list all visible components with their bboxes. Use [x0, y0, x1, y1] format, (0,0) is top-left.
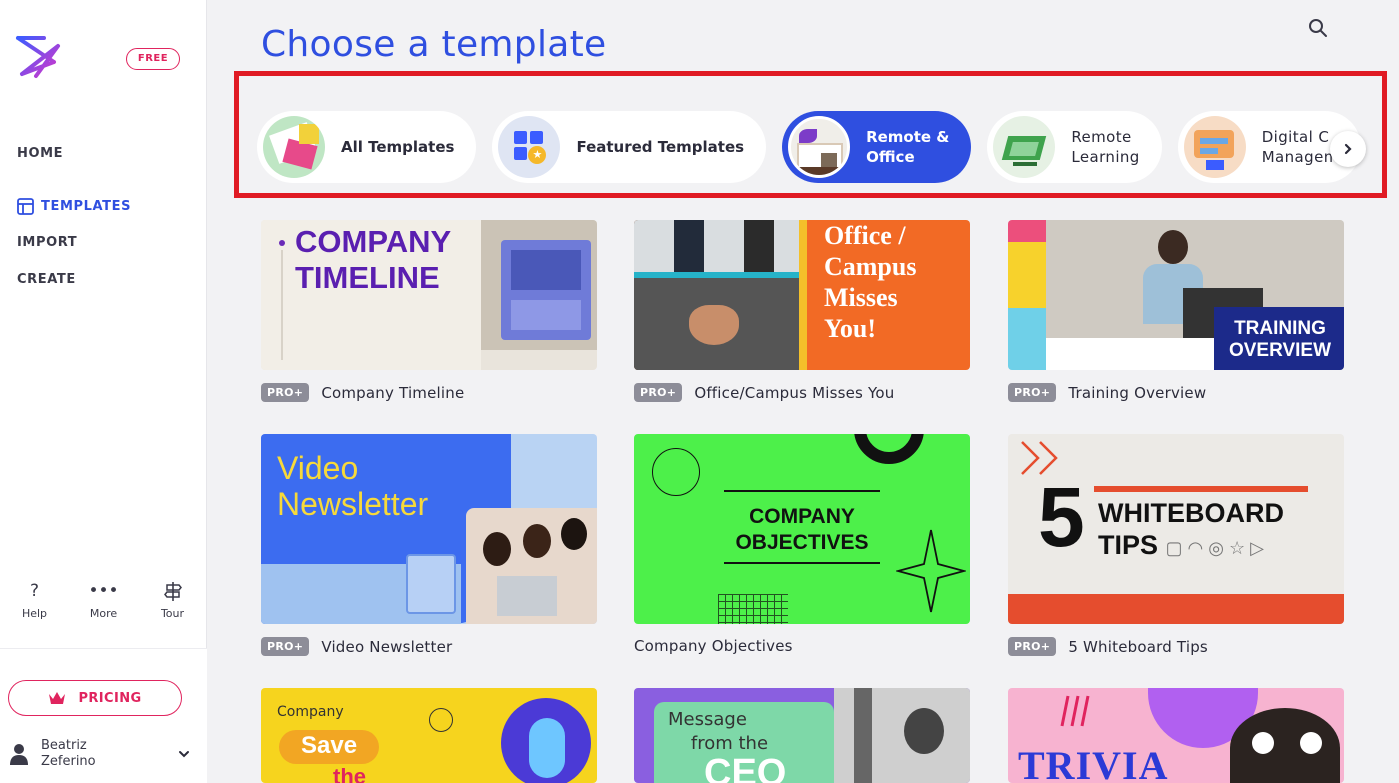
user-first-name: Beatriz: [41, 738, 87, 753]
chevron-right-icon: [1344, 143, 1352, 155]
page-title: Choose a template: [261, 24, 607, 65]
main-content: Choose a template COMPANY TIMELINE PRO+ C…: [207, 0, 1399, 783]
template-card-company-timeline[interactable]: COMPANY TIMELINE PRO+ Company Timeline: [261, 220, 597, 402]
sidebar: FREE HOME TEMPLATES IMPORT CREATE ? Help…: [0, 0, 207, 783]
template-card-save-the-date[interactable]: Company Save the: [261, 688, 597, 783]
category-label: Featured Templates: [576, 137, 744, 157]
user-icon: [10, 744, 28, 765]
category-label-line1: Remote &: [866, 128, 950, 146]
template-thumbnail: Office / Campus Misses You!: [634, 220, 970, 370]
pro-badge: PRO+: [261, 637, 310, 656]
pro-badge: PRO+: [1008, 637, 1057, 656]
tour-button[interactable]: Tour: [138, 580, 207, 620]
template-thumbnail: COMPANY OBJECTIVES: [634, 434, 970, 624]
template-thumbnail: Video Newsletter: [261, 434, 597, 624]
template-thumbnail: Company Save the: [261, 688, 597, 783]
more-button[interactable]: ••• More: [69, 580, 138, 620]
pricing-label: PRICING: [78, 690, 142, 706]
template-card-training-overview[interactable]: TRAINING OVERVIEW PRO+ Training Overview: [1008, 220, 1344, 402]
category-remote-learning[interactable]: Remote Learning: [987, 111, 1162, 183]
category-label-line2: Managem: [1261, 148, 1339, 166]
pro-badge: PRO+: [634, 383, 683, 402]
nav-create[interactable]: CREATE: [17, 272, 76, 287]
template-card-office-campus[interactable]: Office / Campus Misses You! PRO+ Office/Cam…: [634, 220, 970, 402]
help-button[interactable]: ? Help: [0, 580, 69, 620]
help-label: Help: [21, 607, 48, 620]
template-card-whiteboard-tips[interactable]: 5 WHITEBOARD TIPS ▢ ◠ ◎ ☆ ▷ PRO+ 5 White…: [1008, 434, 1344, 656]
user-last-name: Zeferino: [41, 754, 96, 769]
nav-home[interactable]: HOME: [17, 146, 63, 161]
category-label-line1: Featured Templates: [576, 138, 745, 156]
pro-badge: PRO+: [1008, 383, 1057, 402]
template-card-video-newsletter[interactable]: Video Newsletter PRO+ Video Newsletter: [261, 434, 597, 656]
category-label-line1: Remote: [1071, 128, 1132, 146]
category-thumb: ★: [498, 116, 561, 178]
category-scroll-next-button[interactable]: [1330, 131, 1366, 167]
pricing-button[interactable]: PRICING: [8, 680, 182, 716]
user-name: Beatriz Zeferino: [41, 738, 178, 770]
template-title: Training Overview: [1068, 383, 1207, 402]
question-icon: ?: [29, 581, 40, 601]
template-title: Company Timeline: [321, 383, 465, 402]
nav-templates[interactable]: TEMPLATES: [17, 198, 131, 215]
template-thumbnail: TRAINING OVERVIEW: [1008, 220, 1344, 370]
user-menu[interactable]: Beatriz Zeferino: [10, 736, 190, 772]
category-label-line1: Digital C: [1261, 128, 1330, 146]
template-thumbnail: 5 WHITEBOARD TIPS ▢ ◠ ◎ ☆ ▷: [1008, 434, 1344, 624]
category-label-line1: All Templates: [341, 138, 455, 156]
template-card-message-from-ceo[interactable]: Message from the CEO: [634, 688, 970, 783]
crown-icon: [49, 692, 66, 704]
category-thumb: [1183, 116, 1246, 178]
category-label-line2: Office: [866, 148, 915, 166]
templates-icon: [17, 198, 34, 215]
more-label: More: [89, 607, 118, 620]
tour-label: Tour: [160, 607, 185, 620]
category-all-templates[interactable]: All Templates: [257, 111, 477, 183]
category-thumb: [788, 116, 851, 178]
ellipsis-icon: •••: [88, 581, 119, 601]
category-label: Remote Learning: [1071, 127, 1139, 167]
category-label-line2: Learning: [1071, 148, 1140, 166]
signpost-icon: [163, 582, 182, 601]
category-thumb: [993, 116, 1056, 178]
template-title: 5 Whiteboard Tips: [1068, 637, 1208, 656]
template-card-trivia[interactable]: TRIVIA: [1008, 688, 1344, 783]
template-title: Company Objectives: [634, 637, 793, 655]
category-label: All Templates: [341, 137, 454, 157]
app-logo-icon[interactable]: [14, 32, 66, 80]
chevron-down-icon[interactable]: [178, 748, 190, 760]
category-label: Digital C Managem: [1262, 127, 1339, 167]
category-label: Remote & Office: [866, 127, 949, 167]
helper-bar: ? Help ••• More Tour: [0, 580, 207, 620]
category-remote-office[interactable]: Remote & Office: [782, 111, 972, 183]
category-strip: All Templates ★ Featured Templates Remot…: [257, 111, 1375, 187]
nav-templates-label: TEMPLATES: [41, 199, 132, 214]
search-icon[interactable]: [1307, 17, 1329, 39]
free-plan-badge: FREE: [126, 48, 180, 70]
template-card-company-objectives[interactable]: COMPANY OBJECTIVES Company Objectives: [634, 434, 970, 655]
template-thumbnail: COMPANY TIMELINE: [261, 220, 597, 370]
category-featured-templates[interactable]: ★ Featured Templates: [492, 111, 767, 183]
template-title: Office/Campus Misses You: [694, 383, 895, 402]
template-title: Video Newsletter: [321, 637, 453, 656]
nav-import[interactable]: IMPORT: [17, 235, 77, 250]
template-thumbnail: TRIVIA: [1008, 688, 1344, 783]
category-thumb: [263, 116, 325, 178]
pro-badge: PRO+: [261, 383, 310, 402]
template-thumbnail: Message from the CEO: [634, 688, 970, 783]
